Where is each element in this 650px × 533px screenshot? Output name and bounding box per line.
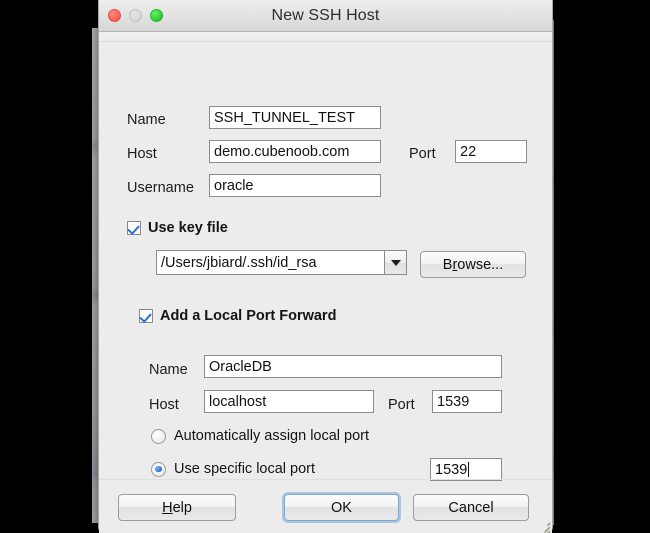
checkmark-icon[interactable] xyxy=(139,309,153,323)
title-bar[interactable]: New SSH Host xyxy=(99,0,552,32)
help-label-mnemonic: H xyxy=(162,499,173,516)
key-file-path-combo[interactable]: /Users/jbiard/.ssh/id_rsa xyxy=(156,250,407,275)
checkmark-icon[interactable] xyxy=(127,221,141,235)
forward-host-label: Host xyxy=(149,397,179,413)
forward-host-input[interactable]: localhost xyxy=(204,390,374,413)
key-file-path-value[interactable]: /Users/jbiard/.ssh/id_rsa xyxy=(157,251,384,274)
port-input[interactable]: 22 xyxy=(455,140,527,163)
name-label: Name xyxy=(127,112,166,128)
close-button[interactable] xyxy=(108,9,121,22)
ok-label: OK xyxy=(331,499,352,516)
add-local-port-forward-checkbox-row[interactable]: Add a Local Port Forward xyxy=(139,308,336,324)
use-specific-port-label: Use specific local port xyxy=(174,461,316,477)
ok-button[interactable]: OK xyxy=(284,494,399,521)
use-specific-port-radio-row[interactable]: Use specific local port xyxy=(151,461,315,477)
use-key-file-label: Use key file xyxy=(148,220,228,236)
browse-label-part2: owse... xyxy=(457,256,504,273)
window-title: New SSH Host xyxy=(271,6,380,24)
port-label: Port xyxy=(409,146,436,162)
host-label: Host xyxy=(127,146,157,162)
help-button[interactable]: Help xyxy=(118,494,236,521)
zoom-button[interactable] xyxy=(150,9,163,22)
forward-port-input[interactable]: 1539 xyxy=(432,390,502,413)
radio-button-icon[interactable] xyxy=(151,428,166,444)
browse-button[interactable]: Br owse... xyxy=(420,251,526,278)
new-ssh-host-dialog: New SSH Host Name SSH_TUNNEL_TEST Host d… xyxy=(98,0,553,533)
minimize-button[interactable] xyxy=(129,9,142,22)
forward-name-label: Name xyxy=(149,362,188,378)
host-input[interactable]: demo.cubenoob.com xyxy=(209,140,381,163)
cancel-button[interactable]: Cancel xyxy=(413,494,529,521)
dialog-content: Name SSH_TUNNEL_TEST Host demo.cubenoob.… xyxy=(99,42,552,533)
window-controls xyxy=(108,0,163,31)
specific-local-port-input[interactable]: 1539 xyxy=(430,458,502,481)
username-label: Username xyxy=(127,180,194,196)
radio-button-selected-icon[interactable] xyxy=(151,461,166,477)
footer-divider xyxy=(99,479,552,480)
chevron-down-icon[interactable] xyxy=(384,251,406,274)
resize-grip-icon[interactable] xyxy=(536,519,551,533)
add-local-port-forward-label: Add a Local Port Forward xyxy=(160,308,337,324)
use-key-file-checkbox-row[interactable]: Use key file xyxy=(127,220,228,236)
forward-name-input[interactable]: OracleDB xyxy=(204,355,502,378)
cancel-label: Cancel xyxy=(448,499,494,516)
desktop-background: New SSH Host Name SSH_TUNNEL_TEST Host d… xyxy=(0,0,650,533)
browse-label-part1: B xyxy=(442,256,453,273)
help-label-rest: elp xyxy=(172,499,192,516)
auto-assign-port-radio-row[interactable]: Automatically assign local port xyxy=(151,428,369,444)
forward-port-label: Port xyxy=(388,397,415,413)
auto-assign-port-label: Automatically assign local port xyxy=(174,428,370,444)
username-input[interactable]: oracle xyxy=(209,174,381,197)
titlebar-divider xyxy=(99,32,552,42)
name-input[interactable]: SSH_TUNNEL_TEST xyxy=(209,106,381,129)
